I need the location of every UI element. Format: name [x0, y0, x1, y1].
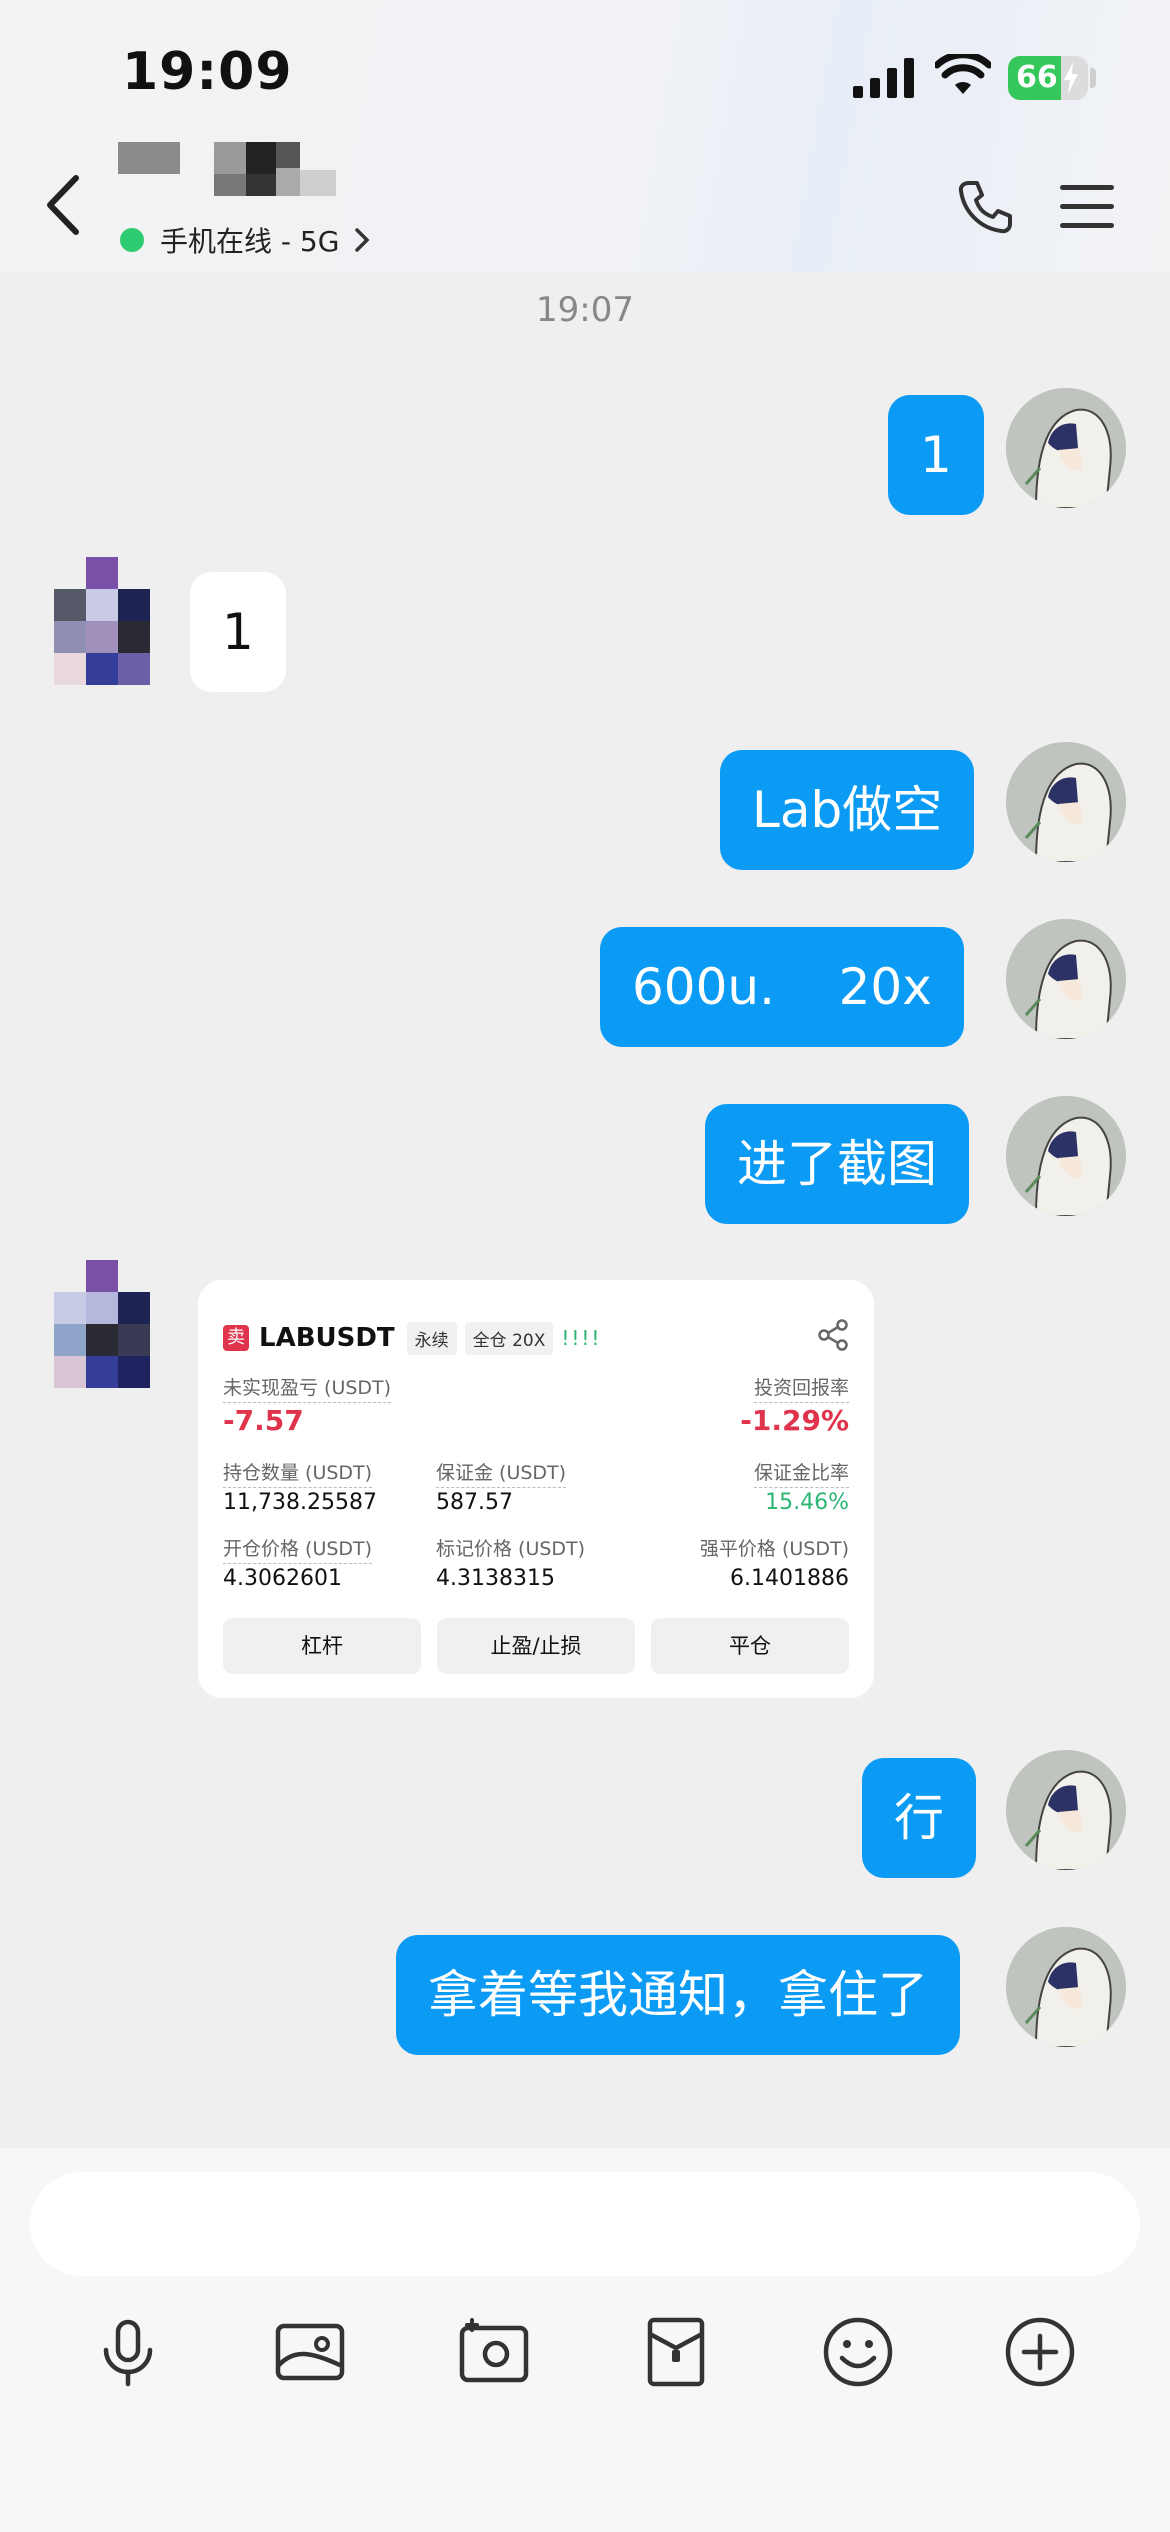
contact-avatar-pixelated[interactable] — [44, 1258, 164, 1388]
signal-bars: !!!! — [561, 1326, 602, 1350]
card-header: 卖 LABUSDT 永续 全仓 20X !!!! — [223, 1318, 601, 1358]
hooded-character-avatar-icon — [1006, 1750, 1126, 1870]
online-dot — [120, 228, 144, 252]
my-avatar[interactable] — [1006, 742, 1126, 862]
wifi-icon — [935, 54, 991, 94]
margin-value: 587.57 — [436, 1490, 513, 1515]
position-qty-label: 持仓数量 (USDT) — [223, 1458, 373, 1488]
unrealized-pnl-value: -7.57 — [223, 1404, 304, 1437]
tp-sl-button[interactable]: 止盈/止损 — [437, 1618, 635, 1674]
contact-name-pixelated — [118, 140, 348, 196]
emoji-icon[interactable] — [820, 2314, 896, 2390]
message-bubble-incoming[interactable]: 1 — [190, 572, 286, 692]
camera-icon[interactable] — [456, 2314, 532, 2390]
entry-price-value: 4.3062601 — [223, 1566, 342, 1591]
liq-price-value: 6.1401886 — [730, 1566, 849, 1591]
message-bubble-outgoing[interactable]: Lab做空 — [720, 750, 975, 870]
sell-badge: 卖 — [223, 1325, 249, 1351]
contact-avatar-pixelated[interactable] — [44, 555, 164, 685]
close-position-button[interactable]: 平仓 — [651, 1618, 849, 1674]
battery-percent: 66 — [1016, 60, 1058, 95]
chevron-right-icon — [355, 228, 370, 252]
message-bubble-outgoing[interactable]: 进了截图 — [705, 1104, 969, 1224]
status-time: 19:09 — [122, 42, 293, 102]
margin-mode-tag: 全仓 20X — [464, 1321, 554, 1355]
entry-price-label: 开仓价格 (USDT) — [223, 1534, 373, 1564]
message-bubble-outgoing[interactable]: 行 — [862, 1758, 976, 1878]
margin-ratio-value: 15.46% — [765, 1490, 849, 1515]
my-avatar[interactable] — [1006, 1750, 1126, 1870]
chat-timestamp: 19:07 — [536, 290, 634, 330]
message-bubble-outgoing[interactable]: 600u. 20x — [600, 927, 964, 1047]
position-qty-value: 11,738.25587 — [223, 1490, 377, 1515]
battery-icon: 66 — [1008, 56, 1088, 100]
menu-icon[interactable] — [1058, 182, 1116, 232]
phone-call-icon[interactable] — [955, 177, 1015, 237]
trading-symbol: LABUSDT — [259, 1323, 395, 1353]
microphone-icon[interactable] — [90, 2314, 166, 2390]
margin-label: 保证金 (USDT) — [436, 1458, 567, 1488]
contract-type-tag: 永续 — [406, 1321, 457, 1355]
hooded-character-avatar-icon — [1006, 919, 1126, 1039]
trade-position-card[interactable]: 卖 LABUSDT 永续 全仓 20X !!!! 未实现盈亏 (USDT) -7… — [198, 1280, 874, 1698]
hooded-character-avatar-icon — [1006, 1096, 1126, 1216]
mark-price-value: 4.3138315 — [436, 1566, 555, 1591]
share-icon[interactable] — [816, 1318, 850, 1352]
margin-ratio-label: 保证金比率 — [753, 1458, 849, 1488]
message-bubble-outgoing[interactable]: 1 — [888, 395, 984, 515]
leverage-button[interactable]: 杠杆 — [223, 1618, 421, 1674]
plus-icon[interactable] — [1002, 2314, 1078, 2390]
message-composer — [0, 2148, 1170, 2532]
cellular-signal-icon — [853, 58, 914, 98]
my-avatar[interactable] — [1006, 388, 1126, 508]
my-avatar[interactable] — [1006, 1096, 1126, 1216]
battery-cap — [1090, 68, 1096, 88]
roi-label: 投资回报率 — [753, 1373, 849, 1403]
my-avatar[interactable] — [1006, 1927, 1126, 2047]
hooded-character-avatar-icon — [1006, 742, 1126, 862]
message-input[interactable] — [30, 2172, 1140, 2276]
hooded-character-avatar-icon — [1006, 388, 1126, 508]
mark-price-label: 标记价格 (USDT) — [436, 1538, 586, 1560]
message-bubble-outgoing[interactable]: 拿着等我通知，拿住了 — [396, 1935, 960, 2055]
hooded-character-avatar-icon — [1006, 1927, 1126, 2047]
my-avatar[interactable] — [1006, 919, 1126, 1039]
online-status[interactable]: 手机在线 - 5G — [120, 220, 371, 260]
red-packet-icon[interactable] — [638, 2314, 714, 2390]
chat-header: 19:09 66 手机在线 - 5G — [0, 0, 1170, 272]
unrealized-pnl-label: 未实现盈亏 (USDT) — [223, 1373, 392, 1403]
online-status-text: 手机在线 - 5G — [160, 225, 340, 258]
image-icon[interactable] — [272, 2314, 348, 2390]
back-button[interactable] — [38, 170, 88, 240]
liq-price-label: 强平价格 (USDT) — [699, 1538, 849, 1560]
charging-bolt-icon — [1064, 62, 1078, 94]
roi-value: -1.29% — [740, 1404, 849, 1437]
